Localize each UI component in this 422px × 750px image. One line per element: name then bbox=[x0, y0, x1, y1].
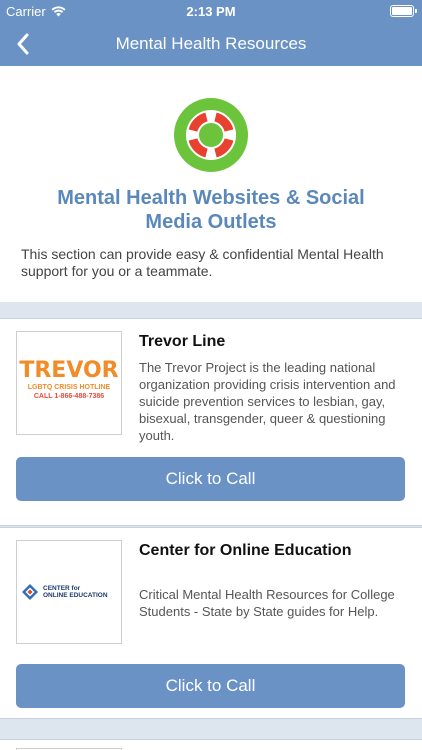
coe-logo-line1: CENTER for bbox=[43, 585, 81, 592]
battery-icon bbox=[390, 5, 417, 17]
navigation-bar: Mental Health Resources bbox=[0, 22, 422, 66]
online-education-logo: CENTER for ONLINE EDUCATION bbox=[16, 540, 122, 644]
resource-card-online-education: CENTER for ONLINE EDUCATION Center for O… bbox=[0, 527, 422, 719]
section-description: This section can provide easy & confiden… bbox=[21, 246, 384, 279]
resource-description: Critical Mental Health Resources for Col… bbox=[139, 587, 395, 619]
trevor-logo-tagline: LGBTQ CRISIS HOTLINE bbox=[27, 384, 111, 391]
status-time: 2:13 PM bbox=[186, 4, 236, 19]
resource-description: The Trevor Project is the leading nation… bbox=[139, 360, 396, 443]
trevor-logo: TREVOR LGBTQ CRISIS HOTLINE CALL 1-866-4… bbox=[16, 331, 122, 435]
trevor-logo-phone: CALL 1-866-488-7386 bbox=[33, 393, 105, 400]
coe-logo-line2: ONLINE EDUCATION bbox=[43, 592, 108, 599]
resource-card-trevor: TREVOR LGBTQ CRISIS HOTLINE CALL 1-866-4… bbox=[0, 318, 422, 526]
status-bar: Carrier 2:13 PM bbox=[0, 0, 422, 22]
page-title: Mental Health Resources bbox=[115, 34, 307, 53]
resource-title: Center for Online Education bbox=[139, 542, 352, 559]
call-button[interactable]: Click to Call bbox=[16, 457, 405, 501]
section-title: Mental Health Websites & Social Media Ou… bbox=[57, 187, 365, 233]
lifebuoy-icon bbox=[173, 97, 249, 173]
call-button[interactable]: Click to Call bbox=[16, 664, 405, 708]
diamond-logo-icon bbox=[22, 584, 38, 600]
resource-card-partial bbox=[0, 739, 422, 750]
header-section: Mental Health Websites & Social Media Ou… bbox=[0, 66, 422, 302]
trevor-logo-word: TREVOR bbox=[19, 358, 119, 383]
resource-title: Trevor Line bbox=[139, 333, 226, 350]
